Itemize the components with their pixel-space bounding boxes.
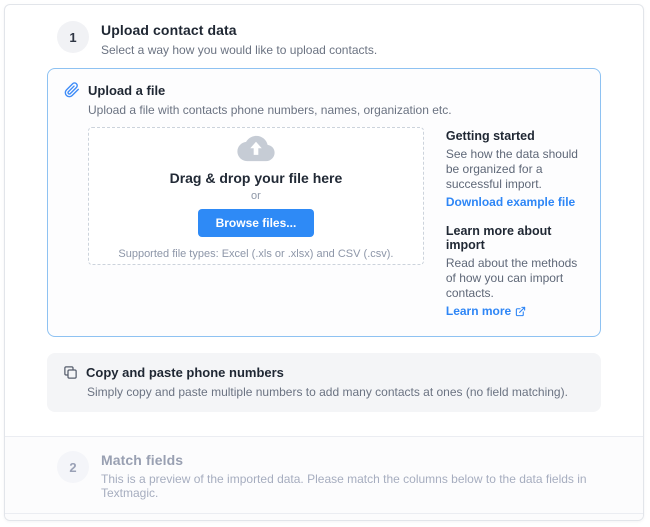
step-2-section: 2 Match fields This is a preview of the … <box>5 436 643 513</box>
step-3-section: 3 Additional options Choose lists where … <box>5 513 643 521</box>
supported-file-types-text: Supported file types: Excel (.xls or .xl… <box>118 248 393 260</box>
help-column: Getting started See how the data should … <box>446 127 584 320</box>
upload-file-title: Upload a file <box>88 83 165 98</box>
learn-more-title: Learn more about import <box>446 224 584 252</box>
copy-paste-option[interactable]: Copy and paste phone numbers Simply copy… <box>47 353 601 412</box>
getting-started-block: Getting started See how the data should … <box>446 129 584 211</box>
step-1-section: 1 Upload contact data Select a way how y… <box>5 5 643 412</box>
learn-more-block: Learn more about import Read about the m… <box>446 224 584 320</box>
download-example-file-link[interactable]: Download example file <box>446 195 575 209</box>
external-link-icon <box>515 306 526 317</box>
getting-started-title: Getting started <box>446 129 584 143</box>
step-1-header: 1 Upload contact data Select a way how y… <box>5 5 643 57</box>
cloud-upload-icon <box>237 132 275 163</box>
download-example-file-label: Download example file <box>446 195 575 209</box>
learn-more-body: Read about the methods of how you can im… <box>446 256 584 301</box>
step-number: 2 <box>57 451 89 483</box>
step-subtitle: This is a preview of the imported data. … <box>101 472 619 500</box>
dropzone-heading: Drag & drop your file here <box>170 170 343 186</box>
file-dropzone[interactable]: Drag & drop your file here or Browse fil… <box>88 127 424 265</box>
copy-paste-title: Copy and paste phone numbers <box>86 365 284 380</box>
learn-more-label: Learn more <box>446 304 511 318</box>
import-wizard-card: 1 Upload contact data Select a way how y… <box>4 4 644 521</box>
browse-files-button[interactable]: Browse files... <box>198 209 315 237</box>
learn-more-link[interactable]: Learn more <box>446 304 526 318</box>
upload-file-option[interactable]: Upload a file Upload a file with contact… <box>47 68 601 337</box>
paperclip-icon <box>64 82 80 98</box>
upload-file-subtitle: Upload a file with contacts phone number… <box>88 103 584 117</box>
step-number: 1 <box>57 21 89 53</box>
copy-icon <box>63 365 78 380</box>
step-title: Upload contact data <box>101 22 377 38</box>
step-title: Match fields <box>101 452 619 468</box>
step-subtitle: Select a way how you would like to uploa… <box>101 43 377 57</box>
getting-started-body: See how the data should be organized for… <box>446 147 584 192</box>
copy-paste-subtitle: Simply copy and paste multiple numbers t… <box>87 385 585 399</box>
dropzone-or-label: or <box>251 190 261 202</box>
